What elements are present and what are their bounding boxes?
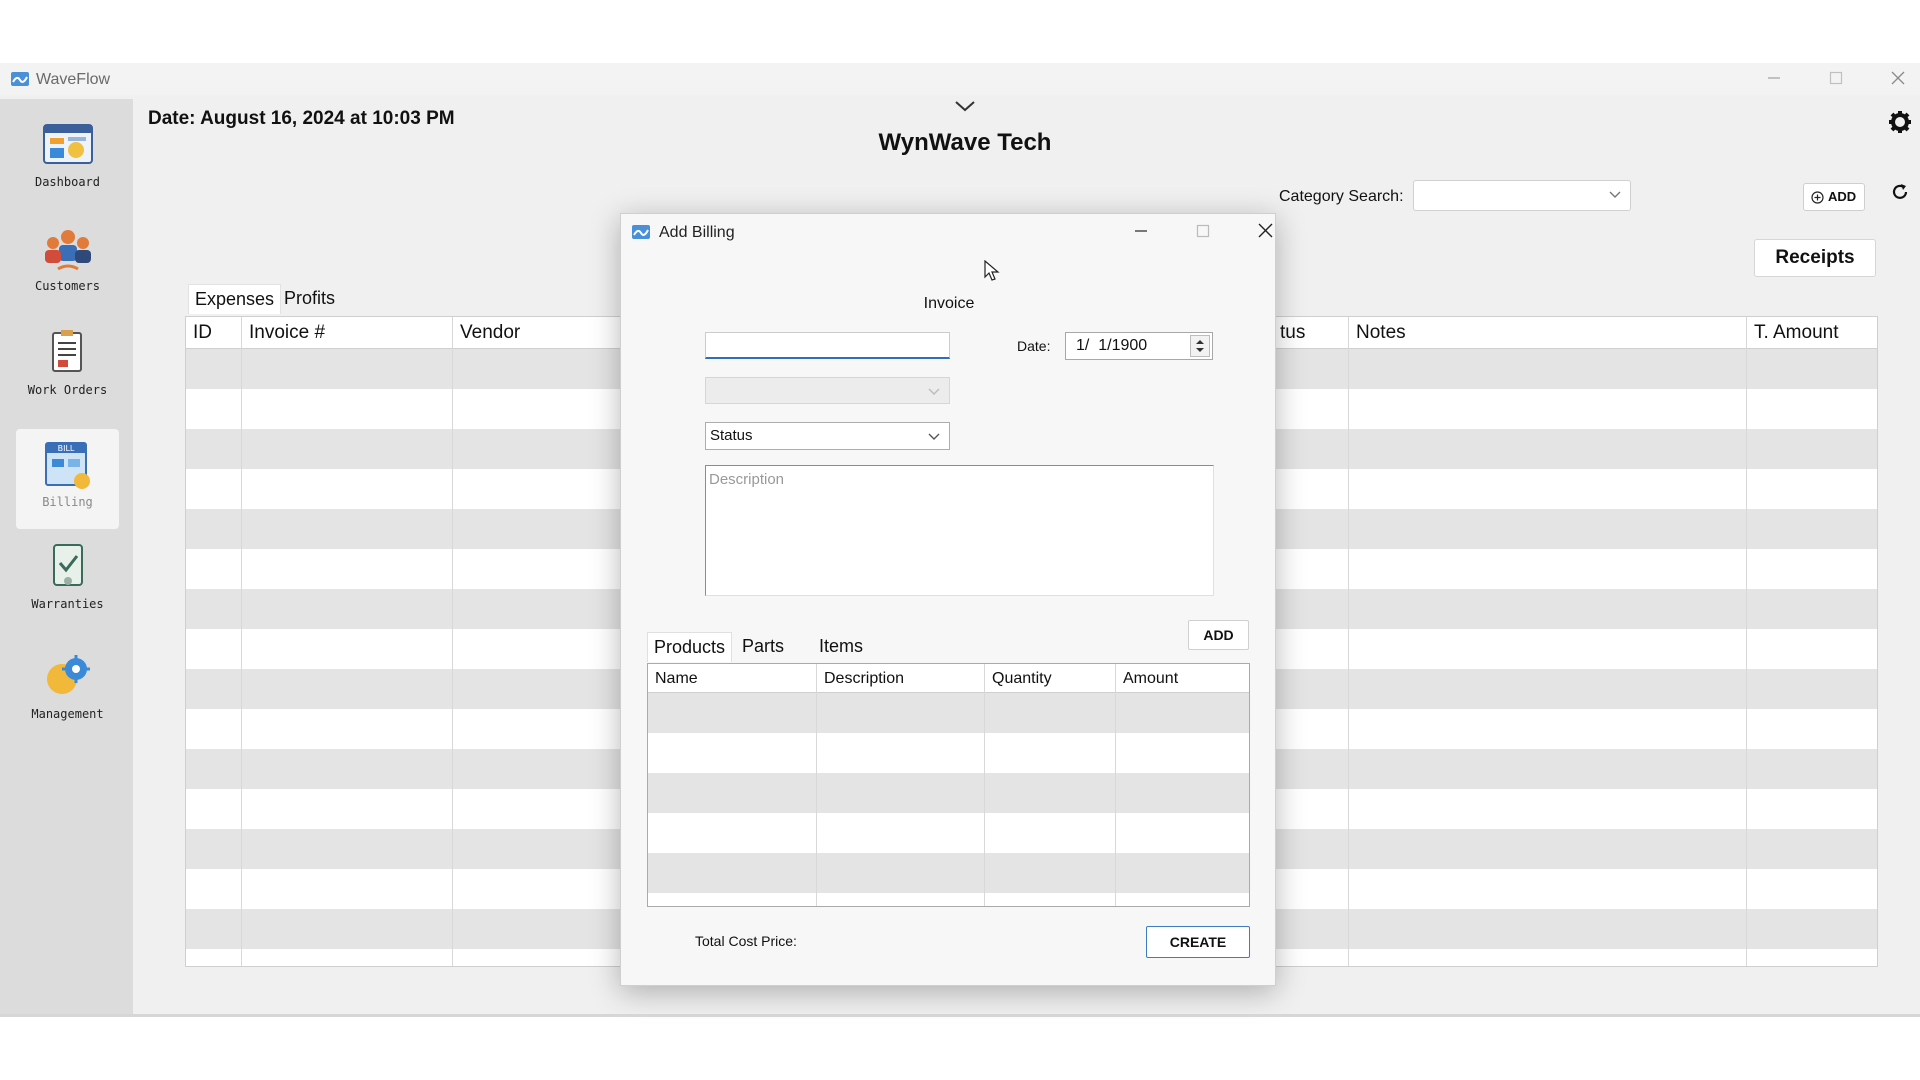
status-select[interactable]: Status (705, 422, 950, 450)
total-cost-price-label: Total Cost Price: (695, 933, 797, 949)
close-icon (1258, 223, 1272, 238)
app-title: WaveFlow (36, 71, 111, 88)
dialog-close-button[interactable] (1243, 218, 1287, 246)
current-date-label: Date: August 16, 2024 at 10:03 PM (148, 108, 455, 129)
table-row[interactable] (648, 733, 1249, 773)
date-label: Date: (1017, 338, 1051, 354)
main-window: WaveFlow Dashboard Customers Work Orders… (0, 63, 1920, 1016)
billing-icon: BILL (45, 442, 90, 489)
tab-profits[interactable]: Profits (278, 284, 341, 314)
customers-icon (45, 230, 91, 271)
chevron-down-icon[interactable] (954, 99, 976, 113)
sidebar-item-label: Dashboard (34, 175, 101, 189)
table-row[interactable] (648, 693, 1249, 733)
dialog-minimize-button[interactable] (1119, 218, 1163, 246)
chevron-down-icon (928, 433, 940, 440)
receipts-button[interactable]: Receipts (1754, 239, 1876, 277)
sidebar-item-label: Management (31, 707, 104, 721)
column-header-id[interactable]: ID (186, 317, 242, 349)
vendor-select[interactable] (705, 377, 950, 404)
chevron-down-icon (928, 388, 940, 395)
minimize-icon (1135, 230, 1147, 232)
maximize-button[interactable] (1816, 67, 1856, 91)
column-header-quantity[interactable]: Quantity (985, 664, 1116, 693)
date-picker[interactable]: 1/ 1/1900 (1065, 332, 1213, 360)
column-divider (984, 693, 985, 906)
maximize-icon (1829, 71, 1843, 85)
status-select-value: Status (710, 427, 753, 444)
column-header-status[interactable]: tus (1273, 317, 1349, 349)
dialog-title: Add Billing (659, 224, 735, 241)
sidebar: Dashboard Customers Work Orders BILL Bil… (0, 99, 133, 1016)
category-search-label: Category Search: (1279, 188, 1404, 205)
invoice-label: Invoice (923, 295, 975, 312)
table-row[interactable] (648, 813, 1249, 853)
sidebar-item-label: Work Orders (27, 383, 108, 397)
column-header-description[interactable]: Description (817, 664, 985, 693)
column-header-amount[interactable]: Amount (1116, 664, 1249, 693)
column-header-vendor[interactable]: Vendor (453, 317, 623, 349)
refresh-icon[interactable] (1891, 183, 1909, 201)
window-bottom-edge (0, 1014, 1920, 1017)
gear-icon[interactable] (1888, 110, 1912, 134)
invoice-input[interactable] (705, 332, 950, 359)
app-icon (632, 225, 650, 239)
date-spinner[interactable] (1190, 335, 1210, 357)
add-product-button[interactable]: ADD (1188, 620, 1249, 650)
plus-circle-icon (1811, 191, 1824, 204)
column-divider (452, 349, 453, 966)
maximize-icon (1196, 224, 1210, 238)
minimize-icon (1768, 77, 1780, 79)
sidebar-item-management[interactable]: Management (16, 641, 119, 741)
management-icon (47, 655, 90, 694)
app-icon (11, 72, 29, 86)
description-textarea[interactable]: Description (705, 465, 1214, 596)
date-value: 1/ 1/1900 (1076, 337, 1148, 354)
sidebar-item-dashboard[interactable]: Dashboard (16, 109, 119, 209)
category-search-select[interactable] (1413, 180, 1631, 211)
column-divider (1115, 693, 1116, 906)
table-header: Name Description Quantity Amount (648, 664, 1249, 693)
column-header-total-amount[interactable]: T. Amount (1747, 317, 1877, 349)
sidebar-item-label: Customers (34, 279, 101, 293)
column-header-name[interactable]: Name (648, 664, 817, 693)
mouse-cursor-icon (984, 260, 1000, 281)
add-button[interactable]: ADD (1803, 183, 1865, 211)
column-divider (1348, 349, 1349, 966)
tab-parts[interactable]: Parts (736, 632, 790, 662)
column-divider (816, 693, 817, 906)
sidebar-item-work-orders[interactable]: Work Orders (16, 317, 119, 417)
column-divider (241, 349, 242, 966)
close-icon (1891, 71, 1905, 85)
table-row[interactable] (648, 853, 1249, 893)
tab-expenses[interactable]: Expenses (188, 284, 282, 314)
sidebar-item-warranties[interactable]: Warranties (16, 531, 119, 631)
create-button[interactable]: CREATE (1146, 926, 1250, 958)
column-divider (1746, 349, 1747, 966)
minimize-button[interactable] (1754, 67, 1794, 91)
sidebar-item-label: Billing (42, 495, 93, 509)
column-header-notes[interactable]: Notes (1349, 317, 1747, 349)
dashboard-icon (43, 124, 93, 164)
svg-text:BILL: BILL (58, 444, 75, 453)
company-name: WynWave Tech (878, 129, 1052, 156)
dialog-maximize-button[interactable] (1181, 218, 1225, 246)
sidebar-item-label: Warranties (31, 597, 104, 611)
chevron-down-icon (1609, 191, 1621, 198)
warranties-icon (53, 544, 83, 586)
work-orders-icon (52, 330, 82, 372)
tab-products[interactable]: Products (647, 632, 733, 662)
close-button[interactable] (1878, 67, 1918, 91)
products-table[interactable]: Name Description Quantity Amount (647, 663, 1250, 907)
column-header-invoice[interactable]: Invoice # (242, 317, 453, 349)
sidebar-item-customers[interactable]: Customers (16, 213, 119, 313)
title-bar: WaveFlow (0, 63, 1920, 95)
sidebar-item-billing[interactable]: BILL Billing (16, 429, 119, 529)
add-billing-dialog: Add Billing Invoice Date: 1/ 1/1900 Stat… (620, 213, 1276, 986)
table-row[interactable] (648, 773, 1249, 813)
add-button-label: ADD (1828, 189, 1857, 204)
spin-arrows-icon (1196, 340, 1204, 352)
tab-items[interactable]: Items (813, 632, 869, 662)
